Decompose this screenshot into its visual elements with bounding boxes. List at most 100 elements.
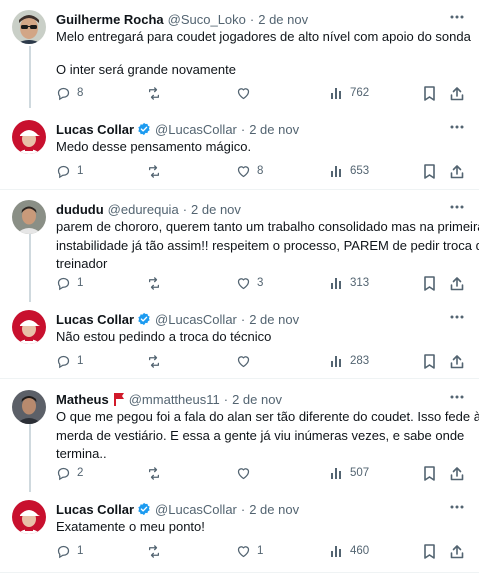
more-options-icon[interactable]: [449, 310, 465, 324]
user-handle[interactable]: @edurequia: [108, 202, 179, 217]
views-button[interactable]: 762: [330, 84, 369, 102]
more-options-icon[interactable]: [449, 500, 465, 514]
tweet-text-line: termina..: [56, 446, 107, 461]
user-handle[interactable]: @LucasCollar: [155, 122, 237, 137]
timestamp[interactable]: 2 de nov: [191, 202, 241, 217]
views-button[interactable]: 283: [330, 352, 369, 370]
display-name[interactable]: Lucas Collar: [56, 312, 134, 327]
avatar[interactable]: [12, 390, 46, 424]
tweet[interactable]: Lucas Collar @LucasCollar · 2 de nov Não…: [0, 308, 479, 374]
bookmark-button[interactable]: [423, 542, 436, 560]
tweet[interactable]: Guilherme Rocha @Suco_Loko · 2 de nov Me…: [0, 8, 479, 108]
retweet-button[interactable]: [146, 162, 168, 180]
like-button[interactable]: 8: [236, 162, 263, 180]
tweet-text: Não estou pedindo a troca do técnico: [56, 328, 456, 347]
display-name[interactable]: Guilherme Rocha: [56, 12, 164, 27]
timestamp[interactable]: 2 de nov: [258, 12, 308, 27]
display-name[interactable]: Lucas Collar: [56, 122, 134, 137]
tweet-text: Medo desse pensamento mágico.: [56, 138, 456, 157]
reply-button[interactable]: 1: [56, 274, 83, 292]
tweet[interactable]: dududu @edurequia · 2 de nov parem de ch…: [0, 198, 479, 294]
reply-button[interactable]: 1: [56, 162, 83, 180]
share-icon: [450, 354, 464, 368]
user-handle[interactable]: @Suco_Loko: [168, 12, 246, 27]
display-name[interactable]: Lucas Collar: [56, 502, 134, 517]
share-button[interactable]: [450, 84, 464, 102]
tweet[interactable]: Lucas Collar @LucasCollar · 2 de nov Med…: [0, 118, 479, 188]
tweet[interactable]: Lucas Collar @LucasCollar · 2 de nov Exa…: [0, 498, 479, 568]
tweet-divider: [0, 572, 479, 573]
bookmark-button[interactable]: [423, 464, 436, 482]
red-flag-icon: [113, 392, 125, 406]
more-options-icon[interactable]: [449, 200, 465, 214]
share-button[interactable]: [450, 162, 464, 180]
views-button[interactable]: 507: [330, 464, 369, 482]
view-count: 762: [350, 87, 370, 99]
retweet-button[interactable]: [146, 464, 168, 482]
timeline: Guilherme Rocha @Suco_Loko · 2 de nov Me…: [0, 0, 479, 577]
like-button[interactable]: [236, 84, 257, 102]
more-options-icon[interactable]: [449, 120, 465, 134]
like-button[interactable]: [236, 464, 257, 482]
tweet-text-line: instabilidade já tão assim!! respeitem o…: [56, 237, 479, 253]
share-icon: [450, 466, 464, 480]
tweet-text-line: treinador: [56, 256, 108, 271]
reply-button[interactable]: 1: [56, 542, 83, 560]
avatar[interactable]: [12, 500, 46, 534]
tweet[interactable]: Matheus @mmattheus11 · 2 de nov O que me…: [0, 388, 479, 486]
retweet-button[interactable]: [146, 84, 168, 102]
user-handle[interactable]: @LucasCollar: [155, 502, 237, 517]
avatar[interactable]: [12, 10, 46, 44]
user-handle[interactable]: @LucasCollar: [155, 312, 237, 327]
like-button[interactable]: [236, 352, 257, 370]
share-button[interactable]: [450, 464, 464, 482]
share-button[interactable]: [450, 352, 464, 370]
share-button[interactable]: [450, 274, 464, 292]
retweet-button[interactable]: [146, 274, 168, 292]
display-name[interactable]: dududu: [56, 202, 104, 217]
like-button[interactable]: 3: [236, 274, 263, 292]
reply-button[interactable]: 1: [56, 352, 83, 370]
more-options-icon[interactable]: [449, 10, 465, 24]
reply-count: 1: [77, 277, 84, 289]
timestamp[interactable]: 2 de nov: [249, 312, 299, 327]
separator-dot: ·: [240, 121, 246, 137]
bookmark-button[interactable]: [423, 274, 436, 292]
tweet-text: Melo entregará para coudet jogadores de …: [56, 28, 471, 79]
more-options-icon[interactable]: [449, 390, 465, 404]
tweet-text-line: O que me pegou foi a fala do alan ser tã…: [56, 409, 479, 424]
verified-badge-icon: [137, 312, 151, 326]
avatar[interactable]: [12, 200, 46, 234]
timestamp[interactable]: 2 de nov: [249, 122, 299, 137]
verified-badge-icon: [137, 502, 151, 516]
heart-icon: [237, 545, 250, 557]
red-cap-avatar-icon: [12, 500, 46, 534]
view-count: 507: [350, 467, 370, 479]
tweet-header: dududu @edurequia · 2 de nov: [56, 200, 241, 218]
like-button[interactable]: 1: [236, 542, 263, 560]
timestamp[interactable]: 2 de nov: [232, 392, 282, 407]
view-count: 460: [350, 545, 370, 557]
retweet-button[interactable]: [146, 542, 168, 560]
tweet-divider: [0, 189, 479, 190]
views-button[interactable]: 653: [330, 162, 369, 180]
views-button[interactable]: 313: [330, 274, 369, 292]
bookmark-icon: [424, 275, 435, 291]
avatar[interactable]: [12, 310, 46, 344]
retweet-button[interactable]: [146, 352, 168, 370]
reply-count: 2: [77, 467, 84, 479]
views-button[interactable]: 460: [330, 542, 369, 560]
bookmark-button[interactable]: [423, 352, 436, 370]
reply-button[interactable]: 8: [56, 84, 83, 102]
bookmark-icon: [424, 353, 435, 369]
share-icon: [450, 164, 464, 178]
user-handle[interactable]: @mmattheus11: [129, 392, 220, 407]
reply-button[interactable]: 2: [56, 464, 83, 482]
timestamp[interactable]: 2 de nov: [249, 502, 299, 517]
bookmark-button[interactable]: [423, 84, 436, 102]
avatar[interactable]: [12, 120, 46, 154]
share-button[interactable]: [450, 542, 464, 560]
display-name[interactable]: Matheus: [56, 392, 109, 407]
tweet-text-line: O inter será grande novamente: [56, 61, 236, 77]
bookmark-button[interactable]: [423, 162, 436, 180]
